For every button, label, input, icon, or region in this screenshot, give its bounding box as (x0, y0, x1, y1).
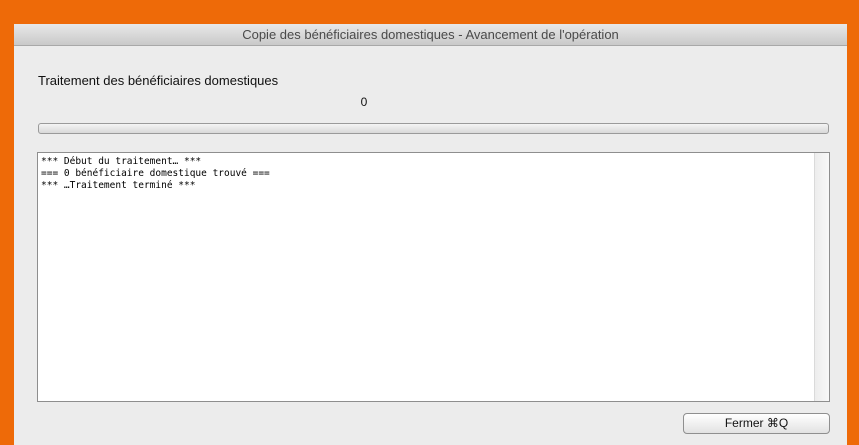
log-lines: *** Début du traitement… *** === 0 bénéf… (41, 156, 813, 192)
progress-bar (38, 123, 829, 134)
log-line: === 0 bénéficiaire domestique trouvé === (41, 168, 270, 179)
log-line: *** Début du traitement… *** (41, 156, 202, 167)
log-textarea[interactable]: *** Début du traitement… *** === 0 bénéf… (37, 152, 830, 402)
process-heading: Traitement des bénéficiaires domestiques (38, 73, 279, 88)
processed-count: 0 (360, 95, 368, 109)
window-title: Copie des bénéficiaires domestiques - Av… (14, 24, 847, 46)
close-button[interactable]: Fermer ⌘Q (683, 413, 830, 434)
log-scrollbar[interactable] (814, 153, 829, 401)
log-line: *** …Traitement terminé *** (41, 180, 196, 191)
progress-window: Copie des bénéficiaires domestiques - Av… (14, 24, 847, 445)
